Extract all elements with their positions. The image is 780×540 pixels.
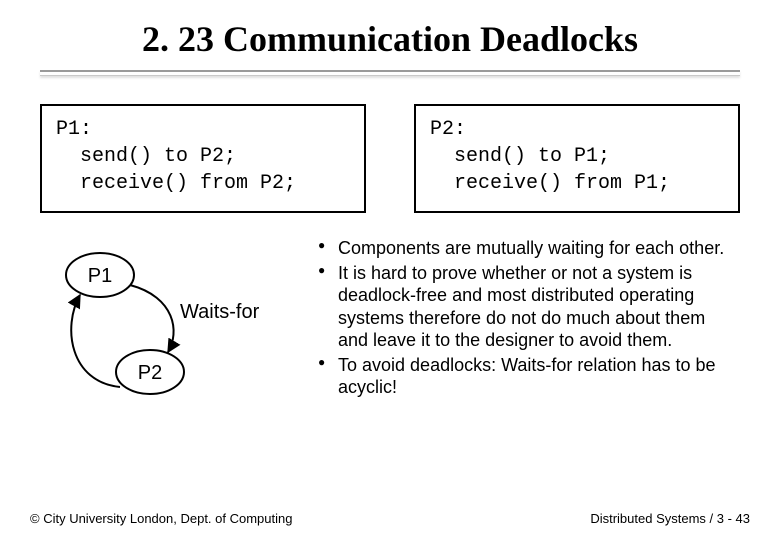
edge-label: Waits-for bbox=[180, 301, 259, 324]
footer-right: Distributed Systems / 3 - 43 bbox=[590, 511, 750, 526]
footer: © City University London, Dept. of Compu… bbox=[30, 511, 750, 526]
lower-row: P1 P2 Waits-for Components are mutually … bbox=[40, 237, 740, 417]
slide: 2. 23 Communication Deadlocks P1: send()… bbox=[0, 0, 780, 540]
page-title: 2. 23 Communication Deadlocks bbox=[40, 18, 740, 60]
edge-p2-p1 bbox=[71, 295, 120, 387]
code-box-p1: P1: send() to P2; receive() from P2; bbox=[40, 104, 366, 213]
list-item: Components are mutually waiting for each… bbox=[318, 237, 740, 260]
title-divider bbox=[40, 70, 740, 76]
code-box-row: P1: send() to P2; receive() from P2; P2:… bbox=[40, 104, 740, 213]
edge-p1-p2 bbox=[130, 285, 174, 352]
list-item: It is hard to prove whether or not a sys… bbox=[318, 262, 740, 352]
bullet-list: Components are mutually waiting for each… bbox=[318, 237, 740, 401]
diagram-svg: P1 P2 bbox=[40, 237, 300, 417]
waits-for-diagram: P1 P2 Waits-for bbox=[40, 237, 300, 417]
list-item: To avoid deadlocks: Waits-for relation h… bbox=[318, 354, 740, 399]
node-p2-label: P2 bbox=[138, 362, 162, 384]
footer-left: © City University London, Dept. of Compu… bbox=[30, 511, 292, 526]
node-p1-label: P1 bbox=[88, 265, 112, 287]
code-box-p2: P2: send() to P1; receive() from P1; bbox=[414, 104, 740, 213]
